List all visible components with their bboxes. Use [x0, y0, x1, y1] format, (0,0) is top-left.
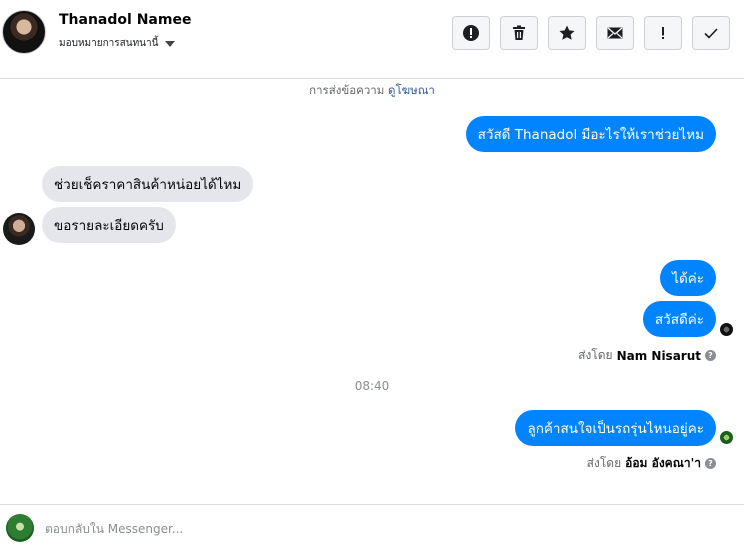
sender-name: Nam Nisarut — [616, 348, 701, 363]
sent-by-label: ส่งโดย อ้อม อังคณา'า ? — [587, 454, 716, 473]
view-ad-link[interactable]: ดูโฆษณา — [388, 83, 435, 97]
ad-notice-text: การส่งข้อความ — [309, 83, 385, 97]
message-bubble-incoming[interactable]: ขอรายละเอียดครับ — [42, 207, 176, 243]
exclamation-icon — [662, 27, 664, 39]
reply-input[interactable]: ตอบกลับใน Messenger... — [45, 520, 183, 539]
contact-name[interactable]: Thanadol Namee — [59, 12, 191, 28]
conversation-header: Thanadol Namee มอบหมายการสนทนานี้ — [0, 0, 744, 79]
ad-notice: การส่งข้อความ ดูโฆษณา — [0, 82, 744, 100]
sent-by-prefix: ส่งโดย — [586, 456, 622, 470]
message-bubble-outgoing[interactable]: สวัสดี Thanadol มีอะไรให้เราช่วยไหม — [465, 116, 716, 152]
seen-avatar — [720, 323, 733, 336]
assign-conversation-dropdown[interactable]: มอบหมายการสนทนานี้ — [59, 36, 176, 51]
envelope-icon — [607, 27, 623, 39]
trash-icon — [513, 25, 525, 40]
seen-avatar — [720, 431, 733, 444]
caret-down-icon — [165, 40, 176, 47]
contact-avatar[interactable] — [2, 10, 46, 54]
info-icon[interactable]: ? — [705, 350, 716, 361]
sent-by-label: ส่งโดย Nam Nisarut ? — [578, 346, 716, 365]
message-bubble-outgoing[interactable]: สวัสดีค่ะ — [642, 301, 716, 337]
sender-name: อ้อม อังคณา'า — [625, 456, 701, 470]
check-icon — [704, 28, 718, 39]
delete-button[interactable] — [500, 16, 538, 50]
message-bubble-incoming[interactable]: ช่วยเช็คราคาสินค้าหน่อยได้ไหม — [42, 166, 254, 202]
composer: ตอบกลับใน Messenger... — [0, 504, 744, 556]
mark-unread-button[interactable] — [596, 16, 634, 50]
assign-label: มอบหมายการสนทนานี้ — [59, 38, 159, 49]
follow-up-button[interactable] — [644, 16, 682, 50]
page-logo-avatar — [6, 514, 34, 542]
info-icon[interactable]: ? — [705, 458, 716, 469]
message-bubble-outgoing[interactable]: ลูกค้าสนใจเป็นรถรุ่นไหนอยู่คะ — [515, 410, 716, 446]
mark-spam-button[interactable] — [452, 16, 490, 50]
message-timestamp: 08:40 — [354, 379, 390, 393]
mark-done-button[interactable] — [692, 16, 730, 50]
star-button[interactable] — [548, 16, 586, 50]
contact-avatar-small — [3, 213, 35, 245]
alert-circle-icon — [463, 25, 479, 41]
star-icon — [559, 25, 575, 40]
sent-by-prefix: ส่งโดย — [578, 348, 613, 362]
message-bubble-outgoing[interactable]: ได้ค่ะ — [660, 260, 716, 296]
